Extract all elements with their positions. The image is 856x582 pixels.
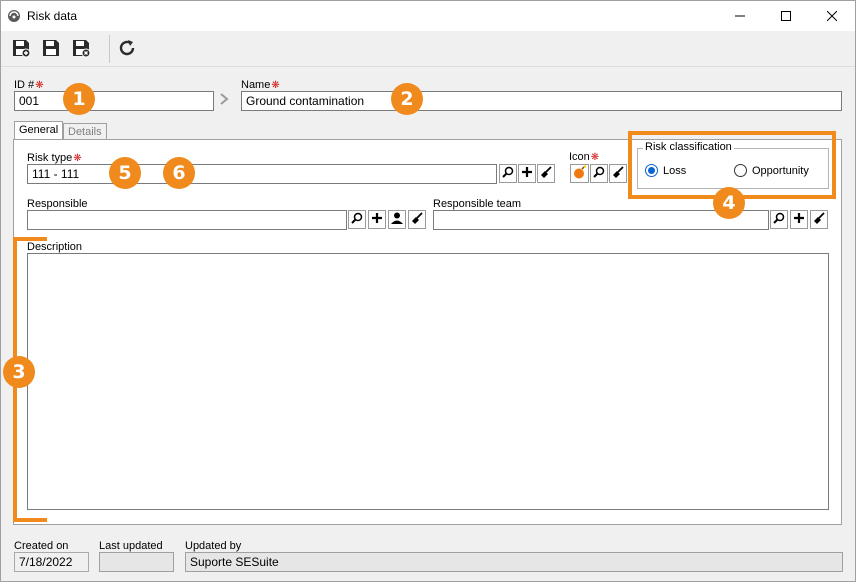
risk-data-window: Risk data ID #❋ 001 Name❋ Ground contami… (0, 0, 856, 582)
responsible-add-button[interactable] (368, 210, 386, 229)
toolbar (1, 31, 855, 67)
broom-icon (411, 212, 423, 227)
radio-opportunity-indicator (734, 164, 747, 177)
save-close-button[interactable] (69, 37, 93, 61)
risk-type-field[interactable]: 111 - 111 (27, 164, 497, 184)
annotation-badge-5: 5 (109, 157, 141, 189)
search-icon (593, 166, 605, 181)
description-textarea[interactable] (27, 253, 829, 510)
required-icon: ❋ (73, 153, 82, 164)
tab-general[interactable]: General (14, 121, 64, 139)
toolbar-separator (109, 35, 110, 63)
minimize-button[interactable] (717, 1, 763, 31)
title-bar: Risk data (1, 1, 855, 31)
search-icon (502, 166, 514, 181)
save-button[interactable] (39, 37, 63, 61)
responsible-team-label: Responsible team (433, 198, 522, 210)
last-updated-field (99, 552, 174, 572)
responsible-team-search-button[interactable] (770, 210, 788, 229)
annotation-badge-6: 6 (163, 157, 195, 189)
radio-opportunity[interactable]: Opportunity (734, 164, 809, 177)
updated-by-label: Updated by (185, 540, 242, 552)
responsible-label: Responsible (27, 198, 88, 210)
responsible-team-clear-button[interactable] (810, 210, 828, 229)
annotation-badge-4: 4 (713, 187, 745, 219)
name-label: Name❋ (241, 79, 280, 91)
chevron-right-icon (219, 93, 229, 108)
save-icon (41, 38, 61, 61)
last-updated-label: Last updated (99, 540, 163, 552)
risk-type-label: Risk type❋ (27, 152, 82, 164)
window-title: Risk data (27, 9, 78, 23)
risk-icon-preview[interactable] (570, 164, 589, 183)
plus-icon (372, 213, 382, 226)
save-close-icon (71, 38, 91, 61)
required-icon: ❋ (35, 80, 44, 91)
description-bracket-bottom (13, 518, 47, 522)
risk-type-clear-button[interactable] (537, 164, 555, 183)
annotation-badge-2: 2 (391, 83, 423, 115)
broom-icon (612, 166, 624, 181)
annotation-badge-3: 3 (3, 356, 35, 388)
id-label: ID #❋ (14, 79, 44, 91)
responsible-user-button[interactable] (388, 210, 406, 229)
updated-by-field: Suporte SESuite (185, 552, 843, 572)
radio-loss-indicator (645, 164, 658, 177)
description-label: Description (27, 241, 83, 253)
required-icon: ❋ (590, 152, 600, 163)
id-next-button[interactable] (215, 91, 233, 110)
radio-loss[interactable]: Loss (645, 164, 686, 177)
description-bracket-top (13, 237, 47, 241)
created-on-field: 7/18/2022 (14, 552, 89, 572)
search-icon (773, 212, 785, 227)
icon-search-button[interactable] (590, 164, 608, 183)
icon-clear-button[interactable] (609, 164, 627, 183)
responsible-clear-button[interactable] (408, 210, 426, 229)
annotation-badge-1: 1 (63, 83, 95, 115)
app-icon (7, 9, 21, 23)
risk-classification-group: Risk classification Loss Opportunity (637, 141, 829, 189)
id-field[interactable]: 001 (14, 91, 214, 111)
user-icon (391, 212, 403, 227)
plus-icon (794, 213, 804, 226)
tab-details[interactable]: Details (63, 123, 107, 139)
broom-icon (813, 212, 825, 227)
risk-type-add-button[interactable] (518, 164, 536, 183)
risk-classification-title: Risk classification (643, 141, 734, 153)
risk-type-search-button[interactable] (499, 164, 517, 183)
bomb-icon (573, 165, 587, 182)
refresh-icon (117, 38, 137, 61)
created-on-label: Created on (14, 540, 69, 552)
required-icon: ❋ (271, 80, 280, 91)
icon-label: Icon❋ (569, 151, 600, 163)
save-new-icon (11, 38, 31, 61)
name-field[interactable]: Ground contamination (241, 91, 842, 111)
close-button[interactable] (809, 1, 855, 31)
refresh-button[interactable] (115, 37, 139, 61)
responsible-search-button[interactable] (348, 210, 366, 229)
responsible-field[interactable] (27, 210, 347, 230)
search-icon (351, 212, 363, 227)
save-new-button[interactable] (9, 37, 33, 61)
plus-icon (522, 167, 532, 180)
maximize-button[interactable] (763, 1, 809, 31)
broom-icon (540, 166, 552, 181)
responsible-team-add-button[interactable] (790, 210, 808, 229)
